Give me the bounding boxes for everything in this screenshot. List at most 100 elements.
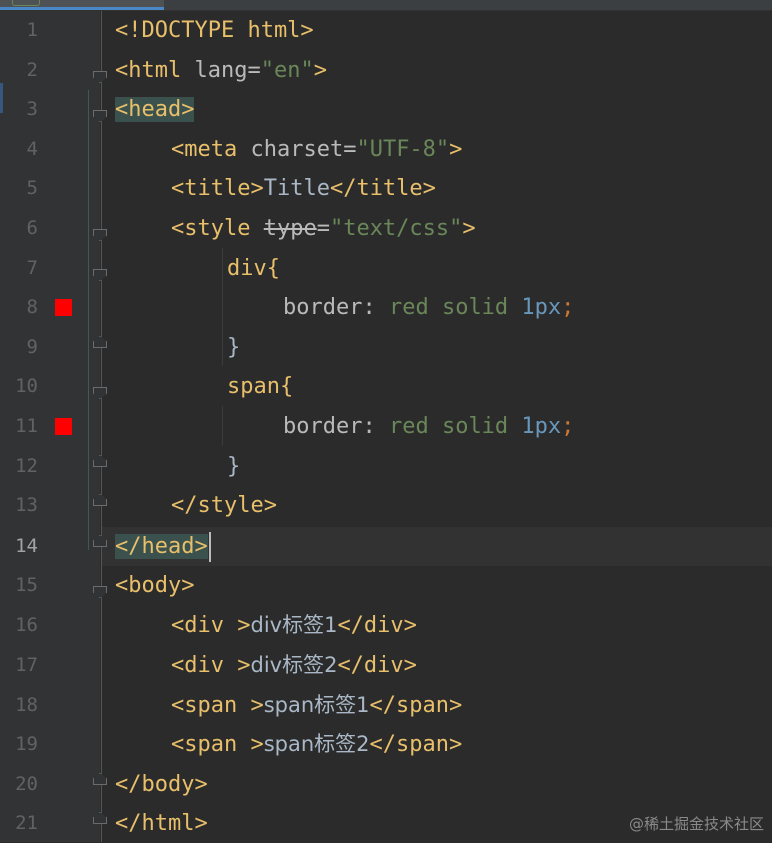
code-line-19[interactable]: 19 <span >span标签2</span> [0,725,772,764]
code-line-18[interactable]: 18 <span >span标签1</span> [0,686,772,725]
doctype-token: <!DOCTYPE html> [115,18,314,43]
string-token: "text/css" [329,216,463,241]
code-line-17[interactable]: 17 <div >div标签2</div> [0,646,772,685]
fold-open-icon[interactable] [93,229,107,241]
line-number: 18 [15,694,38,716]
tag-token: </title> [329,176,436,201]
tag-token: </div> [337,613,417,638]
code-line-13[interactable]: 13 </style> [0,486,772,525]
tag-token: </span> [369,732,463,757]
line-number: 10 [15,375,38,397]
tag-token: > [449,137,463,162]
line-number: 15 [15,574,38,596]
line-number: 13 [15,494,38,516]
code-line-12[interactable]: 12 } [0,447,772,486]
breakpoint-icon[interactable] [55,418,72,435]
code-text: span{ [227,367,293,406]
code-line-6[interactable]: 6 <style type="text/css"> [0,209,772,248]
line-number: 1 [26,19,38,41]
attr-token: = [316,216,330,241]
code-text: <meta charset="UTF-8"> [171,130,462,169]
code-line-2[interactable]: 2 <html lang="en"> [0,51,772,90]
fold-open-icon[interactable] [93,586,107,598]
code-line-14[interactable]: 14 </head> [0,527,772,566]
brace-token: } [227,335,241,360]
code-text: div{ [227,249,280,288]
line-number: 21 [15,812,38,834]
editor-tab-active[interactable] [0,0,164,10]
fold-close-icon[interactable] [93,535,107,547]
code-line-20[interactable]: 20 </body> [0,765,772,804]
line-number: 11 [15,415,38,437]
tag-token: </div> [337,653,417,678]
fold-close-icon[interactable] [93,336,107,348]
code-text: <body> [115,566,194,605]
code-text: <style type="text/css"> [171,209,476,248]
code-line-1[interactable]: 1 <!DOCTYPE html> [0,11,772,50]
line-number: 17 [15,654,38,676]
code-text: </style> [171,486,277,525]
text-caret [208,532,211,562]
code-text: <span >span标签2</span> [171,725,462,764]
code-text: <html lang="en"> [115,51,327,90]
deprecated-attr-token: type [263,216,317,241]
code-text: <div >div标签1</div> [171,606,417,645]
fold-close-icon[interactable] [93,773,107,785]
text-token: span标签1 [263,693,370,717]
code-text: </head> [115,527,211,566]
text-token: div标签1 [250,613,338,637]
text-token: div标签2 [250,653,338,677]
tag-token: </style> [171,493,277,518]
code-text: </body> [115,765,208,804]
code-line-8[interactable]: 8 border: red solid 1px; [0,288,772,327]
fold-close-icon[interactable] [93,812,107,824]
line-number-current: 14 [15,535,38,557]
brace-token: } [227,454,241,479]
code-line-10[interactable]: 10 span{ [0,367,772,406]
css-value-token: red solid [388,295,522,320]
code-text: <span >span标签1</span> [171,686,462,725]
code-line-15[interactable]: 15 <body> [0,566,772,605]
text-token: Title [263,176,330,201]
line-number: 4 [26,138,38,160]
tag-token: > [313,58,327,83]
string-token: "en" [260,58,314,83]
matched-tag-token: </head> [115,534,208,559]
fold-open-icon[interactable] [93,269,107,281]
code-line-5[interactable]: 5 <title>Title</title> [0,169,772,208]
code-text: </html> [115,804,208,843]
watermark: @稀土掘金技术社区 [628,815,764,833]
tag-token: > [462,216,476,241]
number-token: 1px [521,295,562,320]
line-number: 8 [26,296,38,318]
line-number: 2 [26,59,38,81]
line-number: 12 [15,455,38,477]
fold-close-icon[interactable] [93,494,107,506]
code-text: } [227,328,240,367]
code-text: border: red solid 1px; [283,407,574,446]
fold-open-icon[interactable] [93,110,107,122]
fold-close-icon[interactable] [93,455,107,467]
editor-tab-bar [0,0,772,11]
tag-token: <style [171,216,264,241]
code-line-9[interactable]: 9 } [0,328,772,367]
tag-token: <div > [171,613,251,638]
code-text: } [227,447,240,486]
line-number: 7 [26,257,38,279]
attr-token: lang= [181,58,261,83]
tag-token: <span > [171,732,264,757]
code-line-11[interactable]: 11 border: red solid 1px; [0,407,772,446]
css-value-token: red solid [388,414,522,439]
line-number: 6 [26,217,38,239]
breakpoint-icon[interactable] [55,299,72,316]
fold-open-icon[interactable] [93,71,107,83]
fold-open-icon[interactable] [93,387,107,399]
code-line-4[interactable]: 4 <meta charset="UTF-8"> [0,130,772,169]
line-number: 9 [26,336,38,358]
code-text: border: red solid 1px; [283,288,574,327]
selector-token: div{ [227,256,280,281]
code-line-16[interactable]: 16 <div >div标签1</div> [0,606,772,645]
code-line-7[interactable]: 7 div{ [0,249,772,288]
code-line-3[interactable]: 3 <head> [0,90,772,129]
file-type-icon [12,0,40,6]
